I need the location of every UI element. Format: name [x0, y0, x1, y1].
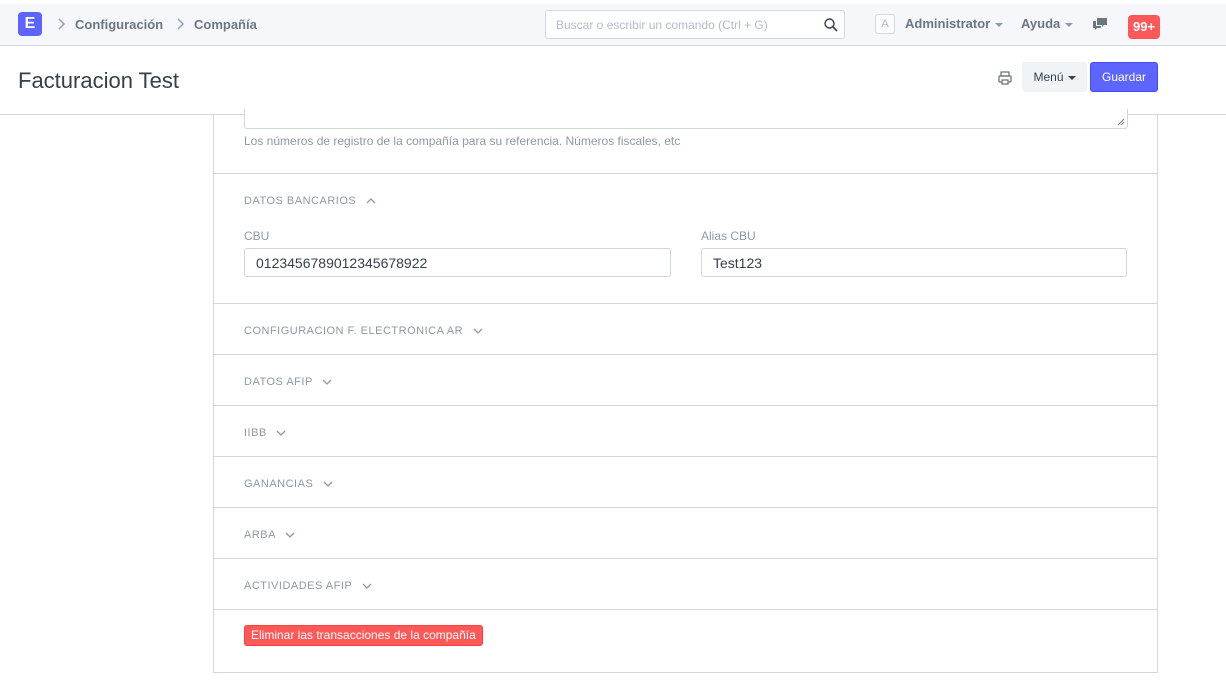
chevron-up-icon — [366, 198, 376, 204]
registration-details-textarea[interactable] — [244, 109, 1128, 129]
caret-down-icon — [995, 22, 1004, 27]
section-title: IIBB — [244, 427, 267, 439]
alias-cbu-field[interactable]: Test123 — [701, 248, 1127, 277]
resize-handle-icon[interactable] — [1117, 118, 1125, 126]
search-box — [545, 10, 845, 39]
section-head-arba[interactable]: ARBA — [244, 529, 295, 541]
menu-button-label: Menú — [1033, 70, 1064, 84]
section-head-datos-bancarios[interactable]: DATOS BANCARIOS — [244, 195, 376, 207]
chevron-down-icon — [322, 379, 332, 386]
chevron-down-icon — [285, 532, 295, 539]
chevron-down-icon — [362, 583, 372, 590]
user-menu[interactable]: Administrator — [905, 16, 1004, 31]
menu-button[interactable]: Menú — [1022, 62, 1087, 92]
section-head-actividades-afip[interactable]: ACTIVIDADES AFIP — [244, 580, 372, 592]
section-head-datos-afip[interactable]: DATOS AFIP — [244, 376, 332, 388]
section-head-configuracion-fe[interactable]: CONFIGURACION F. ELECTRONICA AR — [244, 325, 483, 337]
section-head-iibb[interactable]: IIBB — [244, 427, 286, 439]
cbu-field[interactable]: 0123456789012345678922 — [244, 248, 671, 277]
chevron-right-icon — [58, 18, 65, 30]
company-form: Los números de registro de la compañía p… — [213, 109, 1158, 673]
page-title: Facturacion Test — [18, 68, 180, 93]
section-title: GANANCIAS — [244, 478, 314, 490]
section-title: DATOS BANCARIOS — [244, 195, 357, 207]
search-input[interactable] — [546, 11, 816, 38]
search-icon[interactable] — [823, 17, 839, 33]
section-divider — [214, 558, 1157, 559]
alias-cbu-label: Alias CBU — [701, 229, 756, 243]
section-title: CONFIGURACION F. ELECTRONICA AR — [244, 325, 464, 337]
section-divider — [214, 173, 1157, 174]
chevron-right-icon — [177, 18, 184, 30]
help-menu-label: Ayuda — [1021, 16, 1061, 31]
help-menu[interactable]: Ayuda — [1021, 16, 1074, 31]
notification-badge[interactable]: 99+ — [1128, 15, 1161, 39]
section-title: DATOS AFIP — [244, 376, 313, 388]
delete-transactions-button[interactable]: Eliminar las transacciones de la compañí… — [244, 625, 483, 646]
avatar[interactable]: A — [875, 14, 895, 34]
chevron-down-icon — [473, 328, 483, 335]
section-divider — [214, 609, 1157, 610]
section-title: ARBA — [244, 529, 276, 541]
cbu-label: CBU — [244, 229, 270, 243]
section-divider — [214, 405, 1157, 406]
navbar: E Configuración Compañía A Administrator… — [0, 0, 1226, 46]
page-head: Facturacion Test Menú Guardar — [0, 46, 1226, 115]
section-divider — [214, 354, 1157, 355]
section-divider — [214, 303, 1157, 304]
printer-icon[interactable] — [997, 70, 1013, 86]
section-head-ganancias[interactable]: GANANCIAS — [244, 478, 333, 490]
user-menu-label: Administrator — [905, 16, 991, 31]
chat-icon[interactable] — [1091, 16, 1109, 32]
section-divider — [214, 507, 1157, 508]
save-button[interactable]: Guardar — [1090, 62, 1158, 92]
app-logo[interactable]: E — [18, 12, 42, 36]
section-title: ACTIVIDADES AFIP — [244, 580, 353, 592]
section-divider — [214, 456, 1157, 457]
chevron-down-icon — [323, 481, 333, 488]
breadcrumb-compania[interactable]: Compañía — [194, 17, 257, 32]
registration-help-text: Los números de registro de la compañía p… — [244, 134, 681, 148]
caret-down-icon — [1065, 22, 1074, 27]
caret-down-icon — [1067, 75, 1076, 80]
breadcrumb-configuracion[interactable]: Configuración — [75, 17, 163, 32]
chevron-down-icon — [276, 430, 286, 437]
